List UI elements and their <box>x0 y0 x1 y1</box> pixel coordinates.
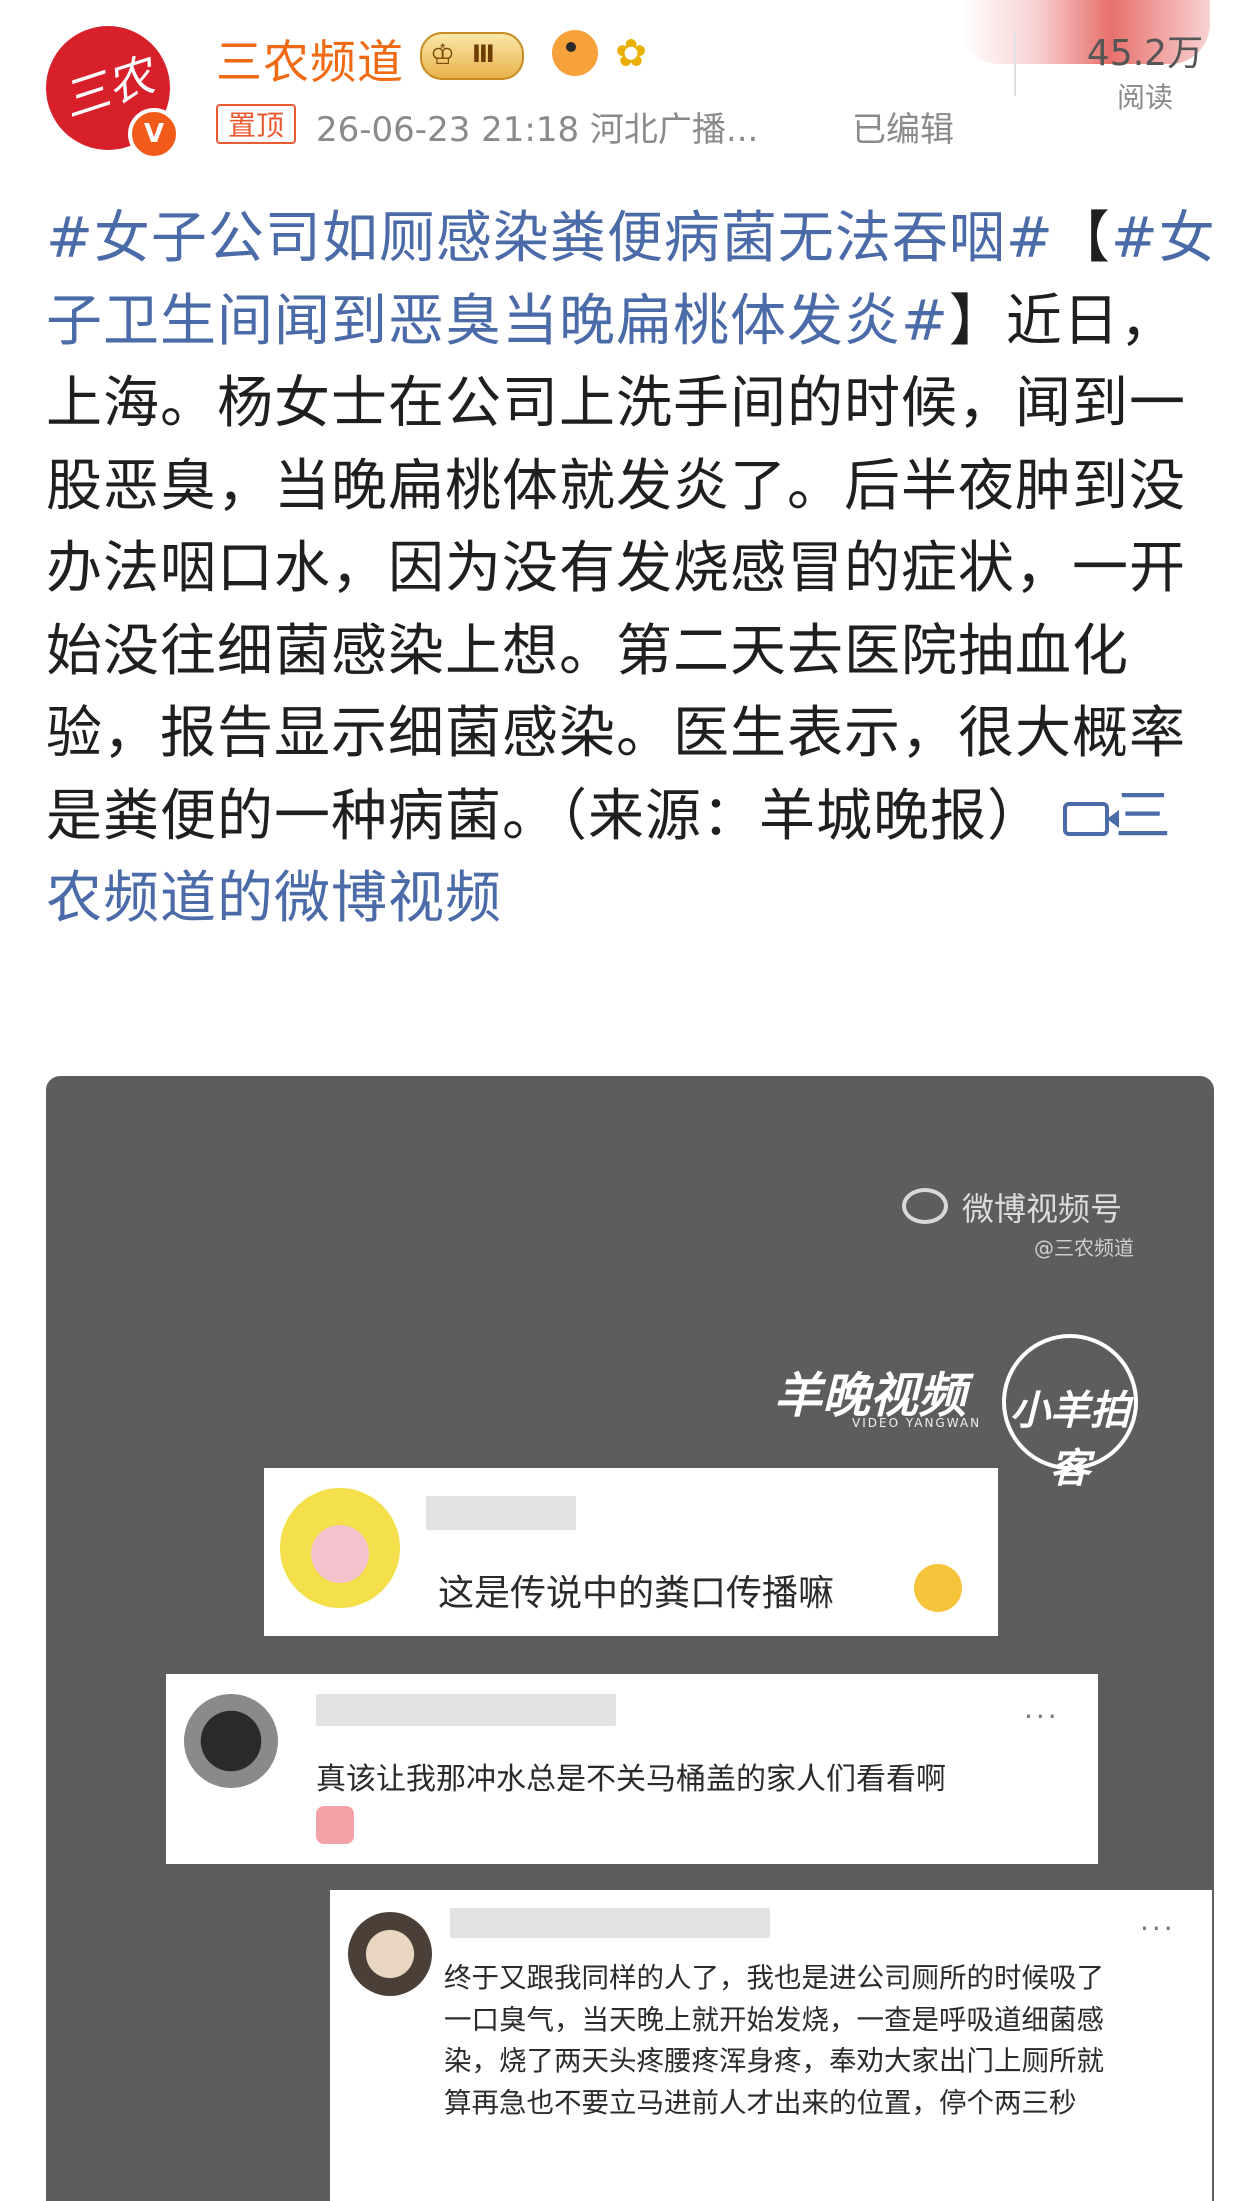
username[interactable]: 三农频道 <box>216 26 404 92</box>
edited-label[interactable]: 已编辑 <box>852 102 954 151</box>
yangwan-video-logo-sub: VIDEO YANGWAN <box>852 1416 982 1430</box>
more-options-icon[interactable]: ... <box>1140 1904 1176 1937</box>
level-number: Ⅲ <box>472 40 495 68</box>
watermark-account: @三农频道 <box>1034 1236 1134 1260</box>
video-player[interactable]: 微博视频号 @三农频道 羊晚视频 VIDEO YANGWAN 小羊拍客 这是传说… <box>46 1076 1214 2201</box>
blurred-username <box>426 1496 576 1530</box>
weibo-logo-icon <box>902 1188 948 1224</box>
post-body: 近日，上海。杨女士在公司上洗手间的时候，闻到一股恶臭，当晚扁桃体就发炎了。后半夜… <box>46 288 1186 849</box>
comment-card: 这是传说中的粪口传播嘛 <box>264 1468 998 1636</box>
hashtag-link[interactable]: #女子公司如厕感染粪便病菌无法吞咽# <box>46 206 1054 271</box>
comment-text: 这是传说中的粪口传播嘛 <box>438 1573 835 1614</box>
comment-avatar <box>280 1488 400 1608</box>
verified-badge-icon: V <box>128 108 180 160</box>
crying-emoji-icon <box>316 1806 354 1844</box>
reads-count: 45.2万 <box>1086 33 1204 74</box>
comment-card: ... 终于又跟我同样的人了，我也是进公司厕所的时候吸了一口臭气，当天晚上就开始… <box>330 1890 1212 2201</box>
post-content: #女子公司如厕感染粪便病菌无法吞咽#【#女子卫生间闻到恶臭当晚扁桃体发炎#】近日… <box>46 198 1226 941</box>
comment-avatar <box>184 1694 278 1788</box>
post-meta: 26-06-23 21:18 河北广播... <box>316 110 759 150</box>
watermark-platform: 微博视频号 <box>962 1190 1123 1228</box>
blurred-username <box>450 1908 770 1938</box>
crown-icon: ♔ <box>430 38 456 71</box>
divider <box>1014 32 1016 96</box>
level-badge-icon: ♔ Ⅲ <box>420 32 524 80</box>
sunflower-emoji-icon: ✿ <box>615 31 647 75</box>
fish-emoji-icon <box>552 30 598 76</box>
bracket-close: 】 <box>948 288 1006 354</box>
post-header: 三农 V 三农频道 ♔ Ⅲ ✿ 置顶 26-06-23 21:18 河北广播..… <box>0 0 1260 160</box>
comment-avatar <box>348 1912 432 1996</box>
video-camera-icon[interactable] <box>1062 802 1119 837</box>
reads-label: 阅读 <box>1116 81 1173 114</box>
xiaoyang-paike-logo: 小羊拍客 <box>1002 1334 1138 1492</box>
comment-text: 真该让我那冲水总是不关马桶盖的家人们看看啊 <box>316 1762 946 1797</box>
more-options-icon[interactable]: ... <box>1024 1692 1060 1725</box>
bracket-open: 【 <box>1053 206 1111 271</box>
sweat-emoji-icon <box>914 1564 962 1612</box>
comment-text: 终于又跟我同样的人了，我也是进公司厕所的时候吸了一口臭气，当天晚上就开始发烧，一… <box>444 1962 1104 2119</box>
pinned-label: 置顶 <box>216 104 296 144</box>
comment-card: ... 真该让我那冲水总是不关马桶盖的家人们看看啊 <box>166 1674 1098 1864</box>
blurred-username <box>316 1694 616 1726</box>
